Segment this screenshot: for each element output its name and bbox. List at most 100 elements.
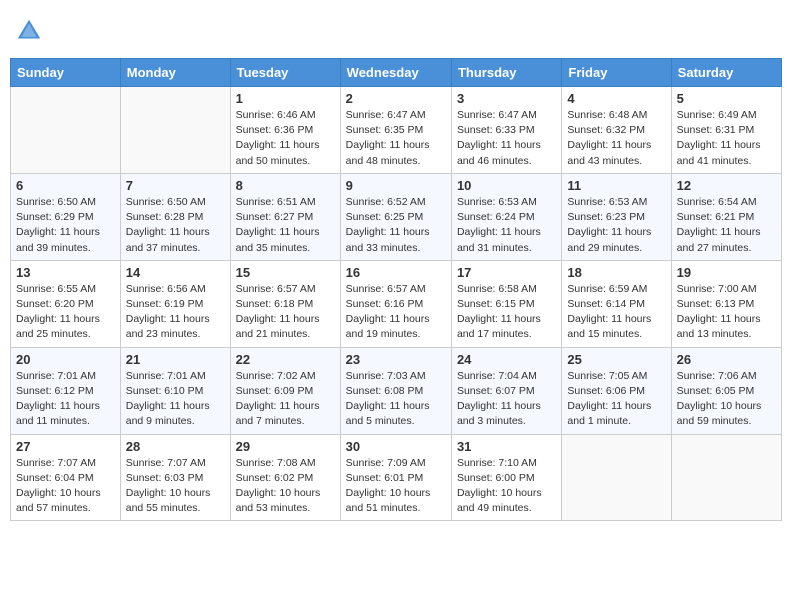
day-info: Sunrise: 7:04 AM Sunset: 6:07 PM Dayligh… [457, 369, 556, 430]
calendar-week-row: 20Sunrise: 7:01 AM Sunset: 6:12 PM Dayli… [11, 347, 782, 434]
day-number: 7 [126, 178, 225, 193]
calendar-cell [562, 434, 671, 521]
day-number: 31 [457, 439, 556, 454]
calendar-cell: 30Sunrise: 7:09 AM Sunset: 6:01 PM Dayli… [340, 434, 451, 521]
calendar-cell: 18 Sunrise: 6:59 AM Sunset: 6:14 PM Dayli… [562, 260, 671, 347]
day-info: Sunrise: 6:47 AM Sunset: 6:33 PM Dayligh… [457, 108, 556, 169]
calendar-cell: 16Sunrise: 6:57 AM Sunset: 6:16 PM Dayli… [340, 260, 451, 347]
calendar-table: SundayMondayTuesdayWednesdayThursdayFrid… [10, 58, 782, 521]
day-number: 29 [236, 439, 335, 454]
calendar-cell: 6 Sunrise: 6:50 AM Sunset: 6:29 PM Daylig… [11, 173, 121, 260]
day-info: Sunrise: 6:52 AM Sunset: 6:25 PM Dayligh… [346, 195, 446, 256]
calendar-cell: 10 Sunrise: 6:53 AM Sunset: 6:24 PM Dayli… [451, 173, 561, 260]
page-header [10, 10, 782, 52]
day-header-friday: Friday [562, 59, 671, 87]
day-number: 15 [236, 265, 335, 280]
day-info: Sunrise: 7:03 AM Sunset: 6:08 PM Dayligh… [346, 369, 446, 430]
day-info: Sunrise: 6:49 AM Sunset: 6:31 PM Dayligh… [677, 108, 776, 169]
calendar-cell: 24Sunrise: 7:04 AM Sunset: 6:07 PM Dayli… [451, 347, 561, 434]
calendar-cell: 17 Sunrise: 6:58 AM Sunset: 6:15 PM Dayli… [451, 260, 561, 347]
calendar-cell: 26 Sunrise: 7:06 AM Sunset: 6:05 PM Dayli… [671, 347, 781, 434]
calendar-cell [11, 87, 121, 174]
day-number: 3 [457, 91, 556, 106]
day-info: Sunrise: 7:05 AM Sunset: 6:06 PM Dayligh… [567, 369, 665, 430]
day-info: Sunrise: 6:55 AM Sunset: 6:20 PM Dayligh… [16, 282, 115, 343]
day-number: 22 [236, 352, 335, 367]
day-info: Sunrise: 7:01 AM Sunset: 6:10 PM Dayligh… [126, 369, 225, 430]
day-info: Sunrise: 6:53 AM Sunset: 6:24 PM Dayligh… [457, 195, 556, 256]
day-header-monday: Monday [120, 59, 230, 87]
calendar-cell: 5 Sunrise: 6:49 AM Sunset: 6:31 PM Daylig… [671, 87, 781, 174]
day-number: 1 [236, 91, 335, 106]
day-header-tuesday: Tuesday [230, 59, 340, 87]
calendar-cell: 12 Sunrise: 6:54 AM Sunset: 6:21 PM Dayli… [671, 173, 781, 260]
calendar-week-row: 1 Sunrise: 6:46 AM Sunset: 6:36 PM Daylig… [11, 87, 782, 174]
calendar-cell: 15Sunrise: 6:57 AM Sunset: 6:18 PM Dayli… [230, 260, 340, 347]
day-info: Sunrise: 7:08 AM Sunset: 6:02 PM Dayligh… [236, 456, 335, 517]
calendar-week-row: 6 Sunrise: 6:50 AM Sunset: 6:29 PM Daylig… [11, 173, 782, 260]
day-number: 26 [677, 352, 776, 367]
day-info: Sunrise: 7:07 AM Sunset: 6:03 PM Dayligh… [126, 456, 225, 517]
logo [14, 16, 48, 46]
day-info: Sunrise: 6:50 AM Sunset: 6:28 PM Dayligh… [126, 195, 225, 256]
calendar-week-row: 13Sunrise: 6:55 AM Sunset: 6:20 PM Dayli… [11, 260, 782, 347]
calendar-cell: 3 Sunrise: 6:47 AM Sunset: 6:33 PM Daylig… [451, 87, 561, 174]
calendar-header-row: SundayMondayTuesdayWednesdayThursdayFrid… [11, 59, 782, 87]
calendar-cell: 8 Sunrise: 6:51 AM Sunset: 6:27 PM Daylig… [230, 173, 340, 260]
day-number: 21 [126, 352, 225, 367]
day-number: 17 [457, 265, 556, 280]
day-info: Sunrise: 7:06 AM Sunset: 6:05 PM Dayligh… [677, 369, 776, 430]
day-info: Sunrise: 6:58 AM Sunset: 6:15 PM Dayligh… [457, 282, 556, 343]
calendar-cell: 9 Sunrise: 6:52 AM Sunset: 6:25 PM Daylig… [340, 173, 451, 260]
day-info: Sunrise: 7:01 AM Sunset: 6:12 PM Dayligh… [16, 369, 115, 430]
day-number: 18 [567, 265, 665, 280]
day-info: Sunrise: 6:46 AM Sunset: 6:36 PM Dayligh… [236, 108, 335, 169]
calendar-cell: 2Sunrise: 6:47 AM Sunset: 6:35 PM Daylig… [340, 87, 451, 174]
day-number: 23 [346, 352, 446, 367]
day-number: 9 [346, 178, 446, 193]
day-number: 27 [16, 439, 115, 454]
day-info: Sunrise: 6:53 AM Sunset: 6:23 PM Dayligh… [567, 195, 665, 256]
day-header-saturday: Saturday [671, 59, 781, 87]
day-number: 14 [126, 265, 225, 280]
calendar-cell: 7 Sunrise: 6:50 AM Sunset: 6:28 PM Daylig… [120, 173, 230, 260]
day-number: 2 [346, 91, 446, 106]
day-info: Sunrise: 7:02 AM Sunset: 6:09 PM Dayligh… [236, 369, 335, 430]
day-info: Sunrise: 6:50 AM Sunset: 6:29 PM Dayligh… [16, 195, 115, 256]
calendar-cell: 22 Sunrise: 7:02 AM Sunset: 6:09 PM Dayli… [230, 347, 340, 434]
day-header-sunday: Sunday [11, 59, 121, 87]
day-info: Sunrise: 6:48 AM Sunset: 6:32 PM Dayligh… [567, 108, 665, 169]
day-number: 19 [677, 265, 776, 280]
calendar-cell: 19 Sunrise: 7:00 AM Sunset: 6:13 PM Dayli… [671, 260, 781, 347]
day-info: Sunrise: 7:00 AM Sunset: 6:13 PM Dayligh… [677, 282, 776, 343]
day-number: 5 [677, 91, 776, 106]
calendar-cell: 14 Sunrise: 6:56 AM Sunset: 6:19 PM Dayli… [120, 260, 230, 347]
calendar-cell: 31 Sunrise: 7:10 AM Sunset: 6:00 PM Dayli… [451, 434, 561, 521]
day-info: Sunrise: 7:10 AM Sunset: 6:00 PM Dayligh… [457, 456, 556, 517]
day-number: 12 [677, 178, 776, 193]
day-info: Sunrise: 6:51 AM Sunset: 6:27 PM Dayligh… [236, 195, 335, 256]
day-number: 28 [126, 439, 225, 454]
day-number: 10 [457, 178, 556, 193]
calendar-cell: 29 Sunrise: 7:08 AM Sunset: 6:02 PM Dayli… [230, 434, 340, 521]
calendar-cell: 27Sunrise: 7:07 AM Sunset: 6:04 PM Dayli… [11, 434, 121, 521]
calendar-cell [120, 87, 230, 174]
day-number: 25 [567, 352, 665, 367]
calendar-cell: 25 Sunrise: 7:05 AM Sunset: 6:06 PM Dayli… [562, 347, 671, 434]
day-number: 8 [236, 178, 335, 193]
day-info: Sunrise: 6:59 AM Sunset: 6:14 PM Dayligh… [567, 282, 665, 343]
day-header-wednesday: Wednesday [340, 59, 451, 87]
calendar-cell: 13Sunrise: 6:55 AM Sunset: 6:20 PM Dayli… [11, 260, 121, 347]
calendar-cell: 20Sunrise: 7:01 AM Sunset: 6:12 PM Dayli… [11, 347, 121, 434]
day-info: Sunrise: 6:56 AM Sunset: 6:19 PM Dayligh… [126, 282, 225, 343]
day-info: Sunrise: 6:57 AM Sunset: 6:16 PM Dayligh… [346, 282, 446, 343]
day-number: 30 [346, 439, 446, 454]
day-number: 4 [567, 91, 665, 106]
calendar-week-row: 27Sunrise: 7:07 AM Sunset: 6:04 PM Dayli… [11, 434, 782, 521]
day-info: Sunrise: 6:54 AM Sunset: 6:21 PM Dayligh… [677, 195, 776, 256]
day-number: 6 [16, 178, 115, 193]
calendar-cell: 28 Sunrise: 7:07 AM Sunset: 6:03 PM Dayli… [120, 434, 230, 521]
calendar-cell: 21 Sunrise: 7:01 AM Sunset: 6:10 PM Dayli… [120, 347, 230, 434]
logo-icon [14, 16, 44, 46]
calendar-cell [671, 434, 781, 521]
